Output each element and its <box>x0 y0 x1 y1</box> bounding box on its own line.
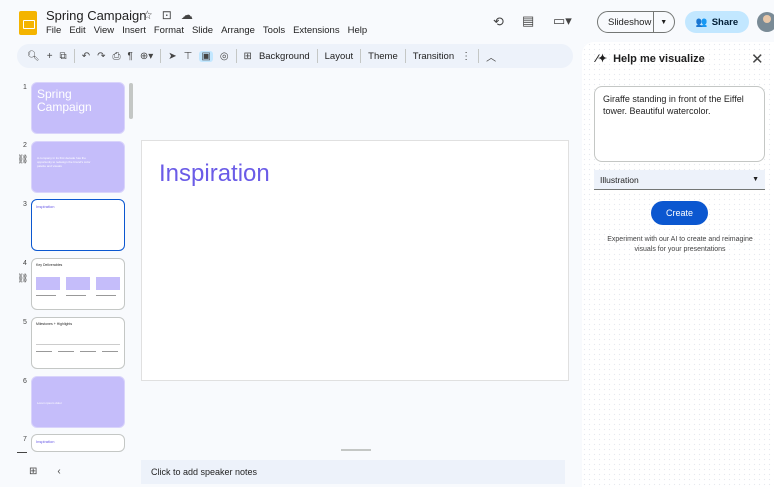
thumbnail-title: Spring Campaign <box>37 87 92 114</box>
collapse-toolbar-icon[interactable]: ︿ <box>486 49 496 64</box>
meet-camera-icon[interactable]: ▭▾ <box>553 13 572 29</box>
transition-button[interactable]: Transition <box>413 51 454 62</box>
add-comment-icon[interactable]: ⊞ <box>244 51 252 62</box>
new-slide-layout-icon[interactable]: ⧉ <box>60 51 67 62</box>
menu-slide[interactable]: Slide <box>192 25 213 36</box>
star-icon[interactable]: ☆ <box>142 8 153 22</box>
toolbar: 🔍︎ + ⧉ ↶ ↷ ⎙ ¶ ⊕▾ ➤ ⊤ ▣ ◎ ⊞ Background L… <box>17 44 573 68</box>
cloud-status-icon[interactable]: ☁ <box>181 8 193 22</box>
background-button[interactable]: Background <box>259 51 310 62</box>
slide-number: 7 <box>23 436 27 443</box>
share-button[interactable]: 👥 Share <box>685 11 749 33</box>
help-me-visualize-panel: ⁄✦ Help me visualize ✕ Giraffe standing … <box>582 42 774 487</box>
layout-button[interactable]: Layout <box>325 51 354 62</box>
menu-insert[interactable]: Insert <box>122 25 146 36</box>
menu-arrange[interactable]: Arrange <box>221 25 255 36</box>
thumbnail-title: Key Deliverables <box>36 263 63 267</box>
create-button[interactable]: Create <box>651 201 708 225</box>
close-icon[interactable]: ✕ <box>751 50 764 68</box>
shape-icon[interactable]: ◎ <box>220 51 229 62</box>
slide-number: 2 <box>23 142 27 149</box>
slide-title[interactable]: Inspiration <box>159 160 270 188</box>
undo-icon[interactable]: ↶ <box>82 51 90 62</box>
magic-wand-icon: ⁄✦ <box>596 53 608 65</box>
slide-thumbnail-3[interactable]: Inspiration <box>31 199 125 251</box>
panel-description: Experiment with our AI to create and rei… <box>607 236 753 253</box>
menu-tools[interactable]: Tools <box>263 25 285 36</box>
paint-format-icon[interactable]: ¶ <box>127 51 132 62</box>
theme-button[interactable]: Theme <box>368 51 398 62</box>
collapse-filmstrip-icon[interactable]: ‹ <box>57 466 60 477</box>
thumbnail-body: A company in its first decade has the op… <box>37 156 91 168</box>
slide-number: 6 <box>23 378 27 385</box>
chevron-down-icon: ▼ <box>752 176 759 183</box>
thumbnail-title: Milestones + Highlights <box>36 322 73 326</box>
speaker-notes[interactable]: Click to add speaker notes <box>141 460 565 484</box>
more-vert-icon[interactable]: ⋮ <box>461 51 471 62</box>
slide-thumbnail-7[interactable]: Inspiration <box>31 434 125 452</box>
slide-thumbnail-1[interactable]: Spring Campaign <box>31 82 125 134</box>
people-icon: 👥 <box>695 16 708 28</box>
document-title[interactable]: Spring Campaign <box>46 8 146 23</box>
image-icon[interactable]: ▣ <box>199 50 213 62</box>
filmstrip-scrollbar[interactable] <box>129 83 133 119</box>
link-icon: ⛓ <box>17 154 29 164</box>
share-label: Share <box>711 16 739 28</box>
slide-thumbnail-2[interactable]: A company in its first decade has the op… <box>31 141 125 193</box>
new-slide-icon[interactable]: + <box>47 51 53 62</box>
print-icon[interactable]: ⎙ <box>112 51 120 62</box>
slide-number: 5 <box>23 319 27 326</box>
slide-thumbnail-4[interactable]: Key Deliverables <box>31 258 125 310</box>
slide-number: 1 <box>23 84 27 91</box>
zoom-icon[interactable]: ⊕▾ <box>140 51 153 62</box>
slides-logo-icon[interactable] <box>19 11 37 35</box>
menu-bar: File Edit View Insert Format Slide Arran… <box>46 25 367 36</box>
notes-resize-handle[interactable] <box>341 449 371 451</box>
thumbnail-title: Inspiration <box>36 204 55 209</box>
style-select-value: Illustration <box>600 174 639 185</box>
comments-icon[interactable]: ▤ <box>522 13 534 29</box>
text-box-icon[interactable]: ⊤ <box>184 51 193 62</box>
menu-help[interactable]: Help <box>348 25 368 36</box>
redo-icon[interactable]: ↷ <box>97 51 105 62</box>
move-folder-icon[interactable]: ⊡ <box>162 8 172 22</box>
menu-format[interactable]: Format <box>154 25 184 36</box>
slideshow-button[interactable]: Slideshow ▼ <box>597 11 675 33</box>
menu-extensions[interactable]: Extensions <box>293 25 339 36</box>
slide-number: 3 <box>23 201 27 208</box>
slide-canvas[interactable]: Inspiration <box>141 140 569 381</box>
grid-view-icon[interactable]: ⊞ <box>29 466 37 477</box>
slide-number: 4 <box>23 260 27 267</box>
select-cursor-icon[interactable]: ➤ <box>168 51 176 62</box>
style-select[interactable]: Illustration ▼ <box>594 170 765 190</box>
slideshow-label: Slideshow <box>608 16 652 28</box>
thumbnail-title: Inspiration <box>36 439 55 444</box>
prompt-input[interactable]: Giraffe standing in front of the Eiffel … <box>594 86 765 162</box>
panel-title: Help me visualize <box>613 52 705 65</box>
slide-thumbnail-6[interactable]: Lorem ipsum dolor <box>31 376 125 428</box>
link-icon: ⛓ <box>17 273 29 283</box>
history-icon[interactable]: ⟲ <box>493 14 504 30</box>
menu-file[interactable]: File <box>46 25 61 36</box>
avatar[interactable] <box>757 12 774 32</box>
thumbnail-body: Lorem ipsum dolor <box>37 401 62 405</box>
search-menus-icon[interactable]: 🔍︎ <box>27 51 40 62</box>
menu-view[interactable]: View <box>94 25 114 36</box>
chevron-down-icon[interactable]: ▼ <box>653 19 674 26</box>
menu-edit[interactable]: Edit <box>69 25 85 36</box>
slide-thumbnail-5[interactable]: Milestones + Highlights <box>31 317 125 369</box>
